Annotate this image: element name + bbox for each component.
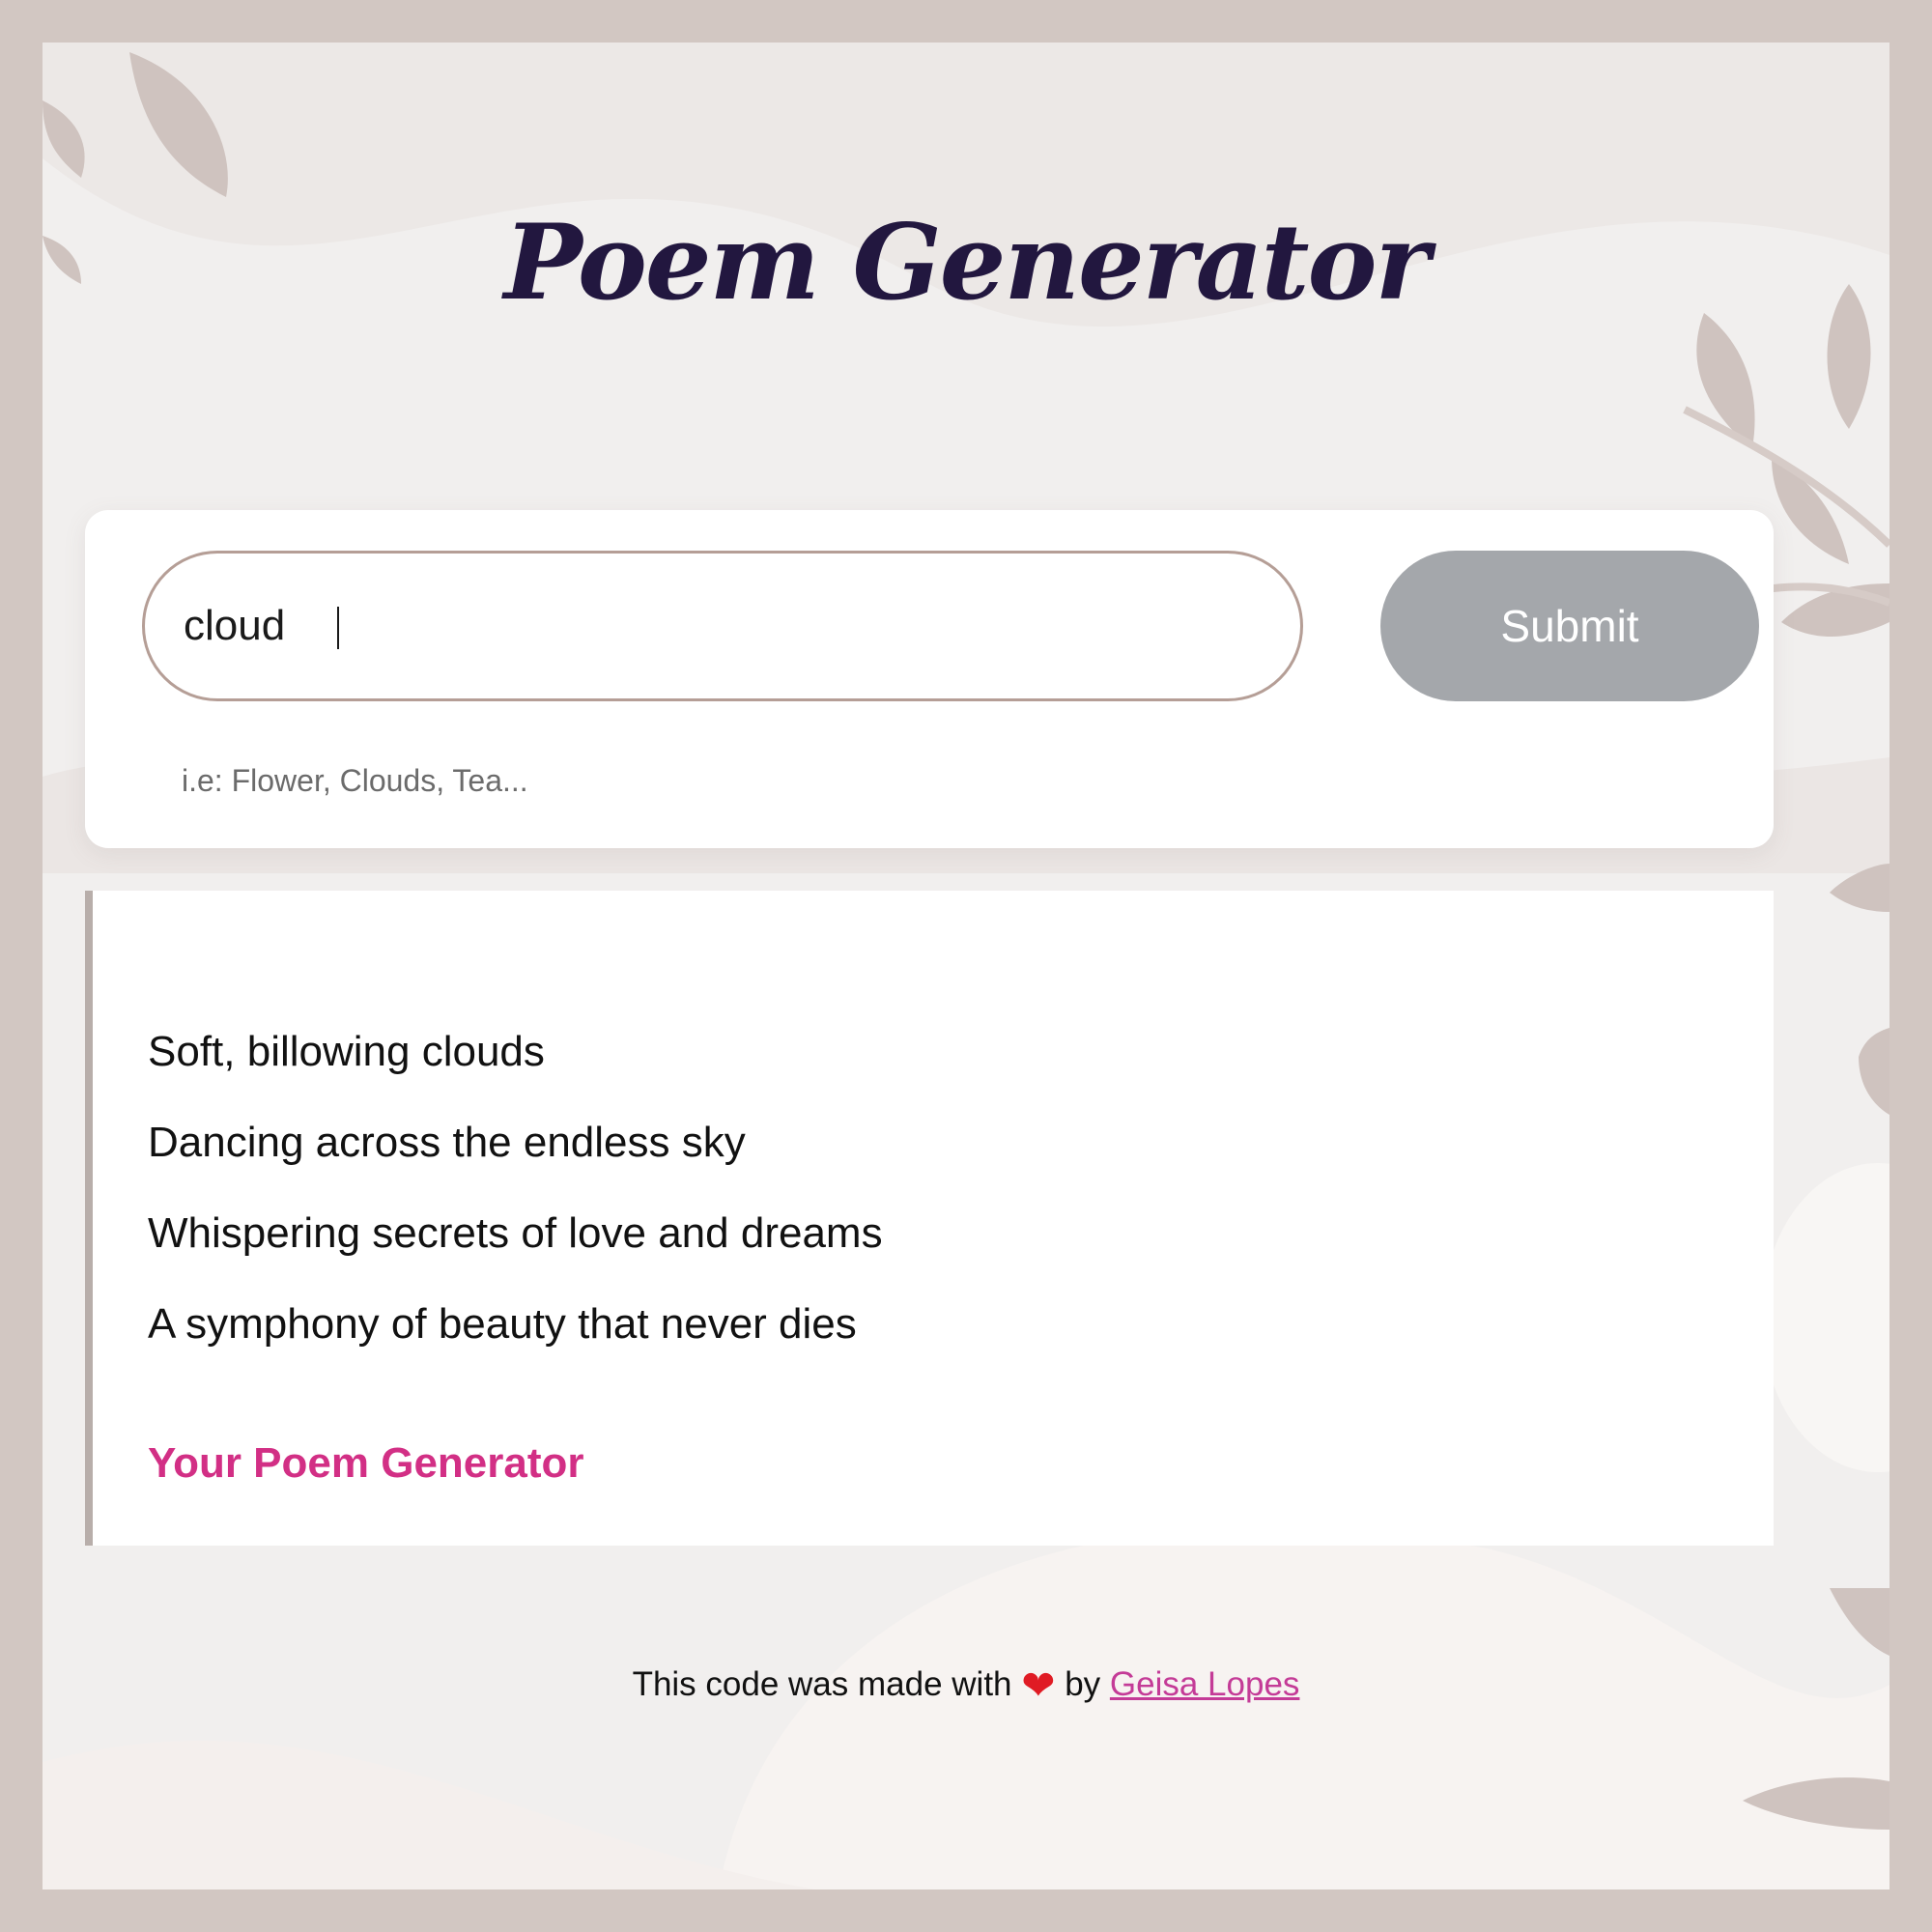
poem-line: Soft, billowing clouds [148, 1028, 545, 1075]
footer-text: This code was made with [632, 1665, 1012, 1703]
search-form-card: Submit i.e: Flower, Clouds, Tea... [85, 510, 1774, 848]
poem-lines: Soft, billowing clouds Dancing across th… [148, 1007, 883, 1370]
page-title: Poem Generator [503, 202, 1431, 324]
poem-line: A symphony of beauty that never dies [148, 1300, 857, 1348]
heart-icon: ❤ [1021, 1662, 1056, 1709]
author-link[interactable]: Geisa Lopes [1110, 1665, 1300, 1703]
footer-by: by [1065, 1665, 1101, 1703]
footer: This code was made with ❤ by Geisa Lopes [43, 1662, 1889, 1709]
input-hint: i.e: Flower, Clouds, Tea... [182, 763, 528, 798]
poem-output-card: Soft, billowing clouds Dancing across th… [85, 891, 1774, 1546]
topic-input[interactable] [142, 551, 1303, 701]
poem-signature: Your Poem Generator [148, 1439, 584, 1487]
poem-line: Dancing across the endless sky [148, 1119, 746, 1166]
poem-line: Whispering secrets of love and dreams [148, 1209, 883, 1257]
text-cursor [337, 607, 339, 649]
submit-button[interactable]: Submit [1380, 551, 1759, 701]
page-canvas: Poem Generator Submit i.e: Flower, Cloud… [43, 43, 1889, 1889]
